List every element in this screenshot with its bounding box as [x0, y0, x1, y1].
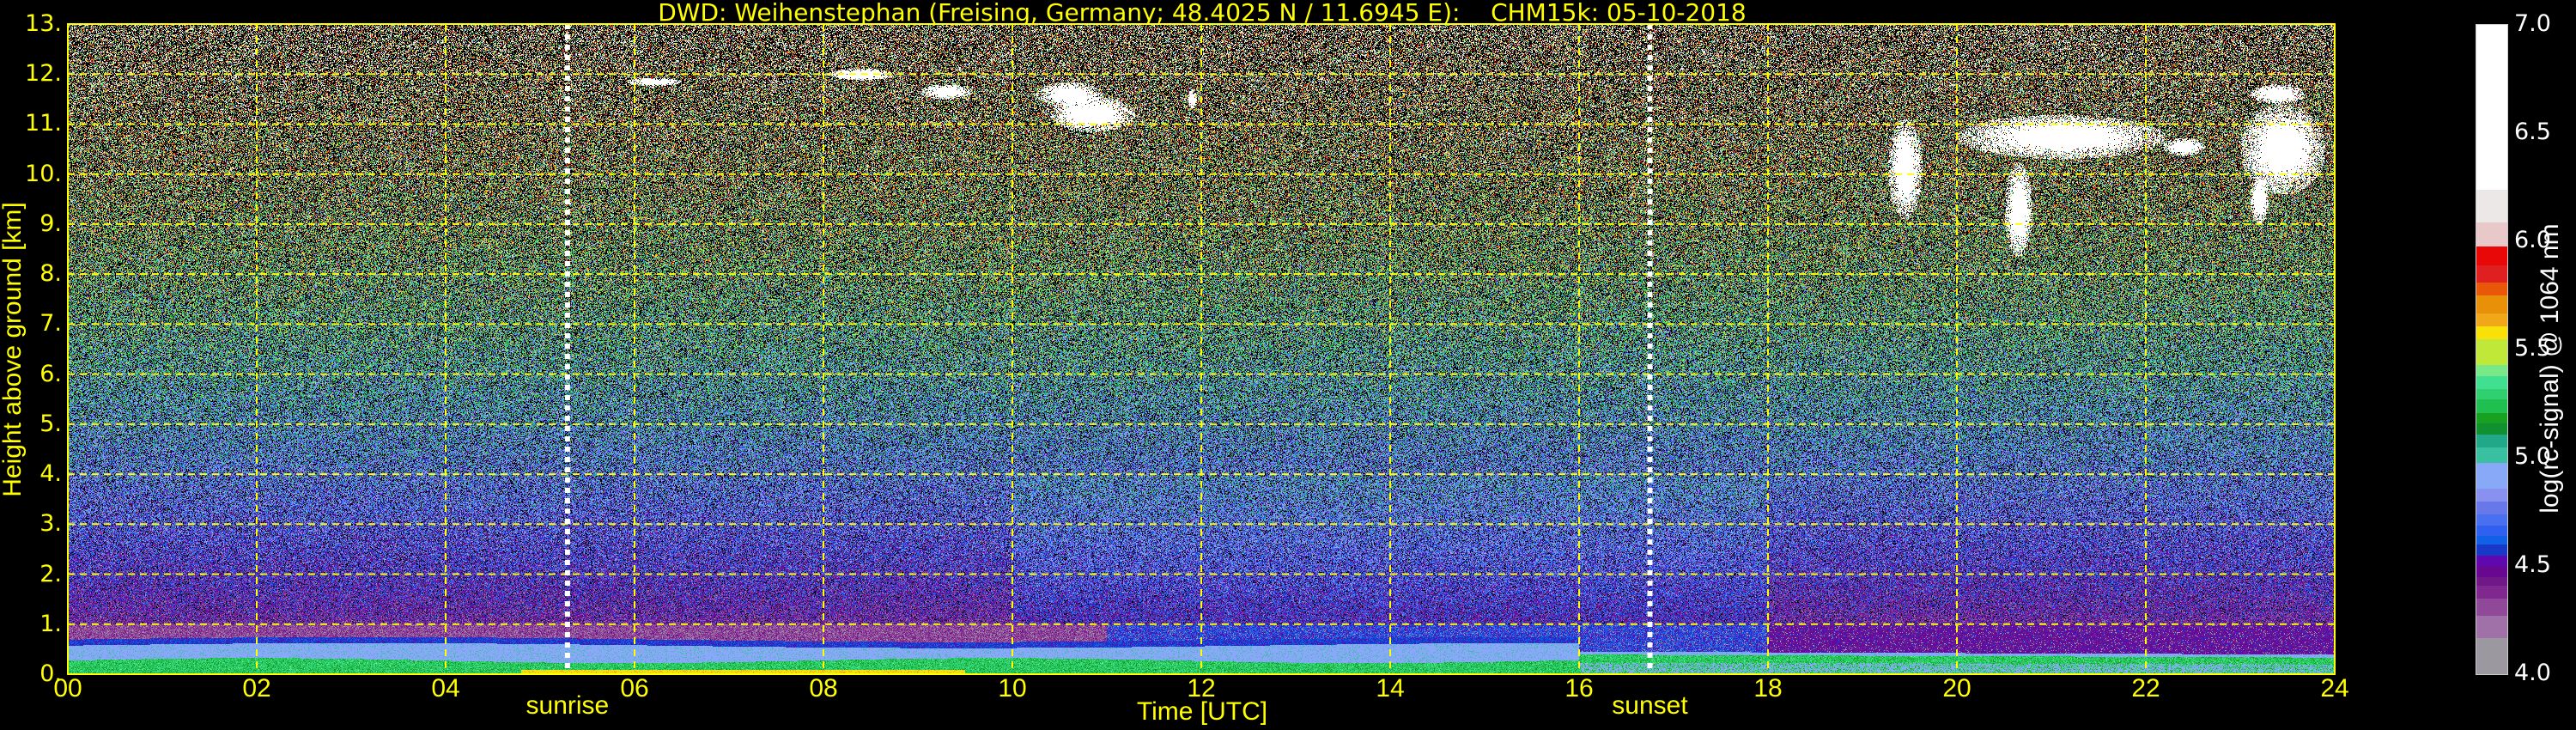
colorbar-level: [2476, 514, 2507, 526]
x-tick-label: 18: [1753, 674, 1783, 703]
colorbar-level: [2476, 388, 2507, 400]
colorbar-level: [2476, 525, 2507, 537]
sunset-label: sunset: [1612, 691, 1688, 720]
colorbar-level: [2476, 637, 2507, 675]
colorbar-level: [2476, 434, 2507, 447]
x-tick-label: 20: [1942, 674, 1971, 703]
colorbar-level: [2476, 566, 2507, 578]
x-tick-label: 02: [242, 674, 271, 703]
y-tick-label: 1.: [39, 610, 62, 637]
colorbar-level: [2476, 535, 2507, 545]
colorbar-level: [2476, 544, 2507, 556]
colorbar-tick-label: 7.0: [2514, 10, 2551, 37]
y-tick-label: 11.: [25, 110, 62, 137]
colorbar-level: [2476, 265, 2507, 283]
colorbar-label: log(rc-signal) @ 1064 nm: [2536, 223, 2564, 514]
colorbar-level: [2476, 488, 2507, 502]
x-tick-label: 04: [431, 674, 460, 703]
colorbar-level: [2476, 222, 2507, 246]
colorbar: [2476, 24, 2508, 675]
colorbar-level: [2476, 246, 2507, 266]
colorbar-level: [2476, 462, 2507, 489]
colorbar-level: [2476, 501, 2507, 514]
colorbar-level: [2476, 313, 2507, 326]
colorbar-level: [2476, 282, 2507, 296]
colorbar-level: [2476, 447, 2507, 463]
colorbar-level: [2476, 189, 2507, 222]
colorbar-level: [2476, 338, 2507, 366]
y-axis-label: Height above ground [km]: [0, 202, 27, 497]
colorbar-level: [2476, 598, 2507, 617]
y-tick-label: 2.: [39, 560, 62, 587]
colorbar-level: [2476, 25, 2507, 191]
colorbar-level: [2476, 295, 2507, 313]
x-tick-label: 08: [809, 674, 838, 703]
x-tick-label: 00: [53, 674, 82, 703]
colorbar-level: [2476, 576, 2507, 587]
grid-overlay: [67, 23, 2336, 675]
colorbar-level: [2476, 364, 2507, 376]
colorbar-tick-label: 6.5: [2514, 119, 2551, 145]
colorbar-level: [2476, 412, 2507, 424]
y-tick-label: 13.: [25, 10, 62, 37]
x-axis-label: Time [UTC]: [1136, 697, 1268, 726]
colorbar-level: [2476, 423, 2507, 435]
sunrise-label: sunrise: [526, 691, 610, 720]
colorbar-level: [2476, 398, 2507, 413]
x-tick-label: 22: [2131, 674, 2160, 703]
colorbar-level: [2476, 555, 2507, 567]
y-tick-label: 12.: [25, 60, 62, 88]
colorbar-tick-label: 4.5: [2514, 551, 2551, 578]
colorbar-level: [2476, 585, 2507, 599]
colorbar-level: [2476, 325, 2507, 339]
colorbar-level: [2476, 375, 2507, 389]
colorbar-level: [2476, 615, 2507, 638]
colorbar-tick-label: 4.0: [2514, 660, 2551, 686]
x-tick-label: 24: [2320, 674, 2349, 703]
